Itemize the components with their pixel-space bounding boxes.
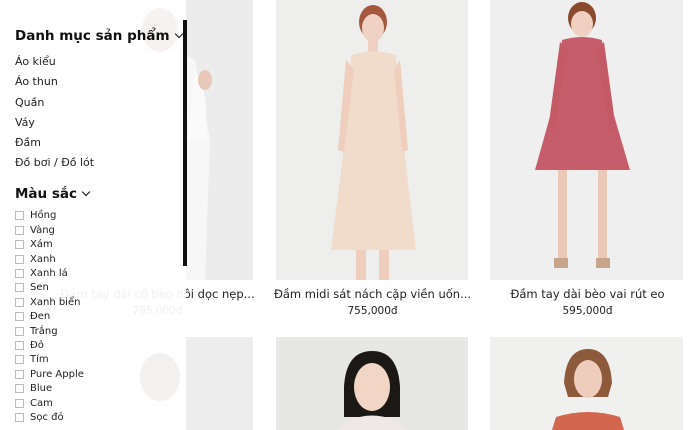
color-checkbox[interactable]: [15, 211, 24, 221]
category-title: Danh mục sản phẩm: [15, 28, 170, 44]
color-option[interactable]: Vàng: [15, 223, 186, 237]
color-checkbox[interactable]: [15, 312, 24, 322]
product-image[interactable]: [276, 337, 468, 430]
color-checkbox[interactable]: [15, 240, 24, 250]
color-label: Sọc đỏ: [30, 411, 64, 423]
category-item[interactable]: Quần: [15, 93, 186, 113]
category-item[interactable]: Đầm: [15, 133, 186, 153]
color-option[interactable]: Trắng: [15, 324, 186, 338]
color-checkbox[interactable]: [15, 326, 24, 336]
color-checkbox[interactable]: [15, 384, 24, 394]
chevron-down-icon[interactable]: [81, 187, 91, 197]
product-price: 755,000đ: [347, 305, 398, 317]
category-item[interactable]: Váy: [15, 113, 186, 133]
color-option[interactable]: Cam: [15, 396, 186, 410]
color-option[interactable]: Đỏ: [15, 338, 186, 352]
color-option[interactable]: Hồng: [15, 209, 186, 223]
color-checkbox[interactable]: [15, 283, 24, 293]
product-price: 595,000đ: [562, 305, 613, 317]
color-label: Trắng: [30, 325, 58, 337]
color-checkbox[interactable]: [15, 355, 24, 365]
color-label: Blue: [30, 383, 53, 395]
color-label: Tím: [30, 354, 49, 366]
sidebar-scrollbar[interactable]: [183, 20, 187, 266]
color-option[interactable]: Xám: [15, 238, 186, 252]
color-label: Xanh: [30, 253, 56, 265]
color-label: Cam: [30, 397, 53, 409]
color-checkbox[interactable]: [15, 225, 24, 235]
color-label: Pure Apple: [30, 368, 84, 380]
category-item[interactable]: Áo thun: [15, 72, 186, 92]
product-image[interactable]: [276, 0, 468, 280]
color-option[interactable]: Sọc đỏ: [15, 410, 186, 424]
color-checkbox[interactable]: [15, 269, 24, 279]
color-label: Xanh biển: [30, 296, 81, 308]
color-checkbox[interactable]: [15, 369, 24, 379]
color-label: Đen: [30, 311, 51, 323]
category-list: Áo kiểu Áo thun Quần Váy Đầm Đồ bơi / Đồ…: [15, 52, 186, 174]
filter-sidebar: Danh mục sản phẩm Áo kiểu Áo thun Quần V…: [0, 0, 186, 430]
color-option[interactable]: Xanh biển: [15, 295, 186, 309]
color-option[interactable]: Tím: [15, 353, 186, 367]
category-filter-header[interactable]: Danh mục sản phẩm: [15, 26, 186, 46]
color-checkbox[interactable]: [15, 340, 24, 350]
product-name[interactable]: Đầm midi sát nách cặp viền uốn...: [265, 287, 480, 301]
category-item[interactable]: Áo kiểu: [15, 52, 186, 72]
color-option[interactable]: Đen: [15, 310, 186, 324]
color-checkbox[interactable]: [15, 297, 24, 307]
color-label: Đỏ: [30, 339, 44, 351]
color-label: Xám: [30, 239, 53, 251]
color-label: Sen: [30, 282, 49, 294]
color-option[interactable]: Xanh: [15, 252, 186, 266]
color-filter-header[interactable]: Màu sắc: [15, 184, 186, 204]
color-option[interactable]: Pure Apple: [15, 367, 186, 381]
product-name[interactable]: Đầm tay dài bèo vai rút eo: [480, 287, 695, 301]
product-image[interactable]: [490, 337, 683, 430]
color-option[interactable]: Blue: [15, 381, 186, 395]
color-label: Xanh lá: [30, 268, 68, 280]
product-image[interactable]: [490, 0, 683, 280]
color-label: Hồng: [30, 210, 57, 222]
color-checkbox[interactable]: [15, 398, 24, 408]
chevron-down-icon[interactable]: [174, 29, 183, 39]
color-option[interactable]: Sen: [15, 281, 186, 295]
category-item[interactable]: Đồ bơi / Đồ lót: [15, 153, 186, 173]
color-checkbox[interactable]: [15, 412, 24, 422]
color-option[interactable]: Xanh lá: [15, 266, 186, 280]
color-checkbox[interactable]: [15, 254, 24, 264]
color-list: Hồng Vàng Xám Xanh Xanh lá Sen Xanh biển…: [15, 209, 186, 425]
color-label: Vàng: [30, 224, 55, 236]
color-title: Màu sắc: [15, 185, 78, 202]
